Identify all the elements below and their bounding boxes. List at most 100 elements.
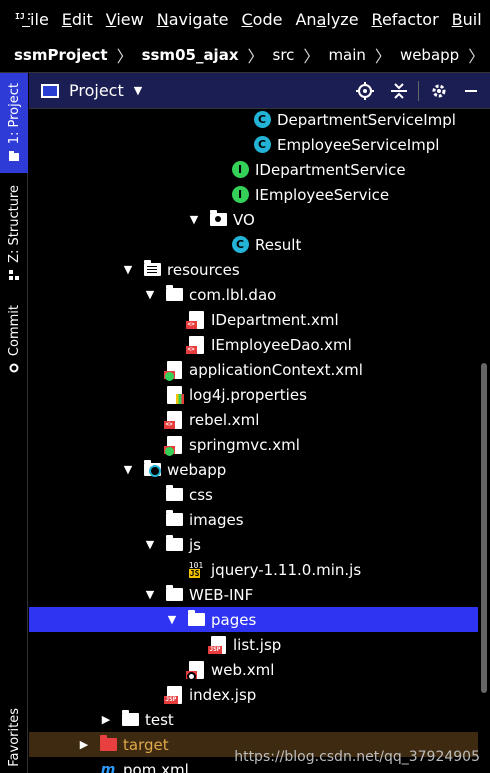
- web-xml-icon: <>: [185, 660, 205, 681]
- tree-row[interactable]: <> IEmployeeDao.xml: [29, 332, 478, 357]
- tree-row[interactable]: images: [29, 507, 478, 532]
- breadcrumb: ssmProject〉ssm05_ajax〉src〉main〉webapp〉WE…: [0, 38, 490, 73]
- tree-row[interactable]: <> web.xml: [29, 657, 478, 682]
- breadcrumb-separator-icon: 〉: [303, 47, 320, 66]
- gear-icon[interactable]: [429, 81, 449, 101]
- tree-item-label: list.jsp: [233, 635, 282, 654]
- tool-window-strip: 1: Project Z: Structure Commit Favorites: [0, 73, 28, 773]
- tree-item-label: IEmployeeService: [255, 185, 390, 204]
- tree-row[interactable]: <> applicationContext.xml: [29, 357, 478, 382]
- tree-item-label: WEB-INF: [189, 585, 254, 604]
- tree-item-label: pages: [211, 610, 257, 629]
- tree-row[interactable]: <> IDepartment.xml: [29, 307, 478, 332]
- jsp-file-icon: JSP: [163, 685, 183, 704]
- breadcrumb-separator-icon: 〉: [374, 47, 391, 66]
- tree-row[interactable]: css: [29, 482, 478, 507]
- interface-icon: I: [231, 161, 249, 179]
- jsp-file-icon: JSP: [207, 635, 227, 654]
- tree-row[interactable]: C Result: [29, 232, 478, 257]
- menu-code[interactable]: Code: [242, 10, 283, 29]
- chevron-down-icon[interactable]: ▼: [121, 263, 135, 276]
- project-panel-title[interactable]: Project: [69, 81, 124, 100]
- breadcrumb-item[interactable]: ssm05_ajax: [142, 46, 239, 64]
- tree-row[interactable]: I IEmployeeService: [29, 182, 478, 207]
- tree-row[interactable]: <> springmvc.xml: [29, 432, 478, 457]
- tree-row[interactable]: ▶ test: [29, 707, 478, 732]
- breadcrumb-separator-icon: 〉: [468, 47, 485, 66]
- breadcrumb-separator-icon: 〉: [116, 47, 133, 66]
- menu-edit[interactable]: Edit: [62, 10, 93, 29]
- maven-icon: m: [100, 761, 116, 773]
- tree-row[interactable]: C EmployeeServiceImpl: [29, 132, 478, 157]
- collapse-icon[interactable]: [389, 81, 409, 101]
- tree-row[interactable]: C DepartmentServiceImpl: [29, 109, 478, 132]
- tree-row[interactable]: ▼ WEB-INF: [29, 582, 478, 607]
- project-panel-header: Project ▼: [29, 73, 490, 109]
- spring-xml-icon: <>: [163, 360, 183, 381]
- chevron-right-icon[interactable]: ▶: [99, 713, 113, 726]
- tree-item-label: Result: [255, 235, 302, 254]
- tree-row[interactable]: ▼ VO: [29, 207, 478, 232]
- chevron-down-icon[interactable]: ▼: [134, 84, 142, 97]
- tree-item-label: js: [189, 535, 201, 554]
- tree-row[interactable]: ▼ com.lbl.dao: [29, 282, 478, 307]
- menu-bar: IJ FileEditViewNavigateCodeAnalyzeRefact…: [0, 0, 490, 38]
- folder-icon: [165, 585, 183, 604]
- breadcrumb-item[interactable]: webapp: [400, 46, 459, 64]
- tree-row[interactable]: JSP list.jsp: [29, 632, 478, 657]
- tab-project[interactable]: 1: Project: [0, 73, 28, 173]
- tree-item-label: index.jsp: [189, 685, 257, 704]
- tree-row[interactable]: ▼ webapp: [29, 457, 478, 482]
- tree-row[interactable]: I IDepartmentService: [29, 157, 478, 182]
- tree-row[interactable]: log4j.properties: [29, 382, 478, 407]
- chevron-down-icon[interactable]: ▼: [165, 613, 179, 626]
- tree-item-label: log4j.properties: [189, 385, 307, 404]
- tree-scrollbar[interactable]: [481, 363, 487, 693]
- menu-refactor[interactable]: Refactor: [372, 10, 439, 29]
- chevron-down-icon[interactable]: ▼: [143, 538, 157, 551]
- xml-file-icon: <>: [185, 335, 205, 354]
- spring-xml-icon: <>: [163, 435, 183, 456]
- tab-commit[interactable]: Commit: [0, 305, 28, 385]
- folder-icon: [187, 610, 205, 629]
- menu-view[interactable]: View: [106, 10, 144, 29]
- properties-file-icon: [165, 385, 184, 404]
- tree-item-label: applicationContext.xml: [189, 360, 363, 379]
- folder-icon: [165, 510, 183, 529]
- project-tab-icon: [9, 151, 19, 162]
- breadcrumb-item[interactable]: main: [328, 46, 365, 64]
- xml-file-icon: <>: [163, 410, 183, 429]
- folder-icon: [121, 710, 139, 729]
- breadcrumb-item[interactable]: ssmProject: [14, 46, 108, 64]
- tab-structure-label: Z: Structure: [6, 185, 22, 263]
- project-panel: Project ▼ C DepartmentServiceImpl C Employe…: [29, 73, 490, 773]
- tree-item-label: DepartmentServiceImpl: [277, 110, 456, 129]
- chevron-down-icon[interactable]: ▼: [121, 463, 135, 476]
- chevron-down-icon[interactable]: ▼: [187, 213, 201, 226]
- chevron-down-icon[interactable]: ▼: [143, 288, 157, 301]
- js-file-icon: 101 JS: [188, 560, 204, 578]
- tab-favorites[interactable]: Favorites: [0, 708, 28, 773]
- tab-structure[interactable]: Z: Structure: [0, 185, 28, 285]
- breadcrumb-separator-icon: 〉: [247, 47, 264, 66]
- minimize-icon[interactable]: [461, 81, 481, 101]
- breadcrumb-item[interactable]: src: [273, 46, 295, 64]
- tree-row[interactable]: ▼ pages: [29, 607, 478, 632]
- tab-project-label: 1: Project: [6, 83, 22, 145]
- menu-analyze[interactable]: Analyze: [295, 10, 358, 29]
- project-view-icon: [41, 83, 59, 98]
- menu-buil[interactable]: Buil: [452, 10, 482, 29]
- tree-item-label: IDepartmentService: [255, 160, 406, 179]
- menu-navigate[interactable]: Navigate: [157, 10, 229, 29]
- tree-row[interactable]: ▼ resources: [29, 257, 478, 282]
- tree-row[interactable]: ▼ js: [29, 532, 478, 557]
- tree-row[interactable]: <> rebel.xml: [29, 407, 478, 432]
- tree-row[interactable]: JSP index.jsp: [29, 682, 478, 707]
- xml-file-icon: <>: [185, 310, 205, 329]
- chevron-down-icon[interactable]: ▼: [143, 588, 157, 601]
- tree-item-label: resources: [167, 260, 240, 279]
- tree-row[interactable]: 101 JS jquery-1.11.0.min.js: [29, 557, 478, 582]
- locate-icon[interactable]: [355, 81, 375, 101]
- chevron-right-icon[interactable]: ▶: [77, 738, 91, 751]
- tab-commit-label: Commit: [6, 305, 22, 357]
